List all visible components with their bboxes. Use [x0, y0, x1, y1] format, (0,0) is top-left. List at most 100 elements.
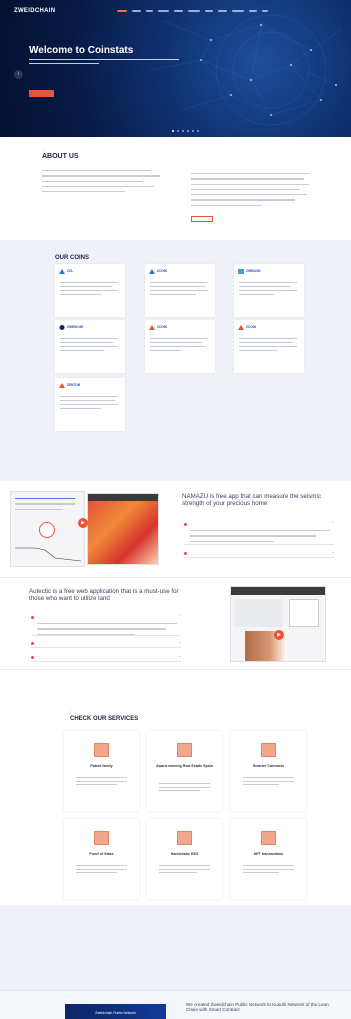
namazu-heatmap-screenshot — [87, 493, 159, 565]
coin-logo-icon — [149, 325, 155, 330]
service-icon — [261, 743, 276, 757]
coin-name: ZCOIN — [157, 325, 167, 329]
slider-dot[interactable] — [177, 130, 179, 132]
slider-dot[interactable] — [192, 130, 194, 132]
coin-name: ZWEIUSD — [246, 269, 261, 273]
namazu-title: NAMAZU is free app that can measure the … — [182, 493, 321, 507]
page: ZWEIDCHAIN ‹ Welcome to Coinstats — ABOU… — [0, 0, 351, 1019]
nav-item[interactable] — [232, 10, 244, 12]
coin-logo-icon — [238, 269, 244, 274]
accordion-item[interactable]: ⌄ — [31, 654, 181, 662]
play-video-icon[interactable]: ▶ — [274, 630, 284, 640]
service-card[interactable]: Smarter Contracts — [231, 731, 306, 811]
coin-card[interactable]: ZCOIN — [234, 320, 304, 373]
bullet-icon — [31, 642, 34, 645]
coin-name: ZCOIN — [246, 325, 256, 329]
chevron-down-icon: ⌄ — [178, 640, 181, 644]
about-text-left — [42, 170, 160, 196]
main-nav — [117, 10, 268, 12]
play-video-icon[interactable]: ▶ — [78, 518, 88, 528]
autectic-app-screenshot — [230, 586, 326, 662]
service-icon — [94, 831, 109, 845]
hero-title: Welcome to Coinstats — [29, 45, 134, 56]
nav-item[interactable] — [205, 10, 213, 12]
slider-dot[interactable] — [197, 130, 199, 132]
nav-item[interactable] — [158, 10, 169, 12]
coin-name: ZCOIN — [157, 269, 167, 273]
site-logo[interactable]: ZWEIDCHAIN — [14, 8, 55, 14]
slider-dot[interactable] — [187, 130, 189, 132]
news-section: — Zweidchain Public Network We created Z… — [0, 990, 351, 1019]
bullet-icon — [184, 552, 187, 555]
nav-item[interactable] — [146, 10, 153, 12]
chevron-down-icon: ⌄ — [178, 654, 181, 658]
service-card[interactable]: Award-winning Real Estate Spain — [147, 731, 222, 811]
nav-item[interactable] — [262, 10, 268, 12]
service-name: Patent family — [90, 764, 113, 768]
autectic-title: Autectic is a free web application that … — [29, 588, 179, 602]
nav-item[interactable] — [218, 10, 227, 12]
service-name: NFT transactions — [253, 852, 284, 856]
coins-section: — OUR COINS ZCL ZCOIN ZWEIUSD ZWEIKOIN Z… — [0, 240, 351, 468]
about-heading: ABOUT US — [42, 153, 79, 160]
section-kicker: — — [65, 995, 68, 998]
coin-card[interactable]: ZCOIN — [145, 264, 215, 317]
section-kicker: — — [55, 248, 58, 251]
accordion-item[interactable]: ⌃ — [184, 521, 334, 545]
service-card[interactable]: NFT transactions — [231, 819, 306, 899]
autectic-feature-section: Autectic is a free web application that … — [0, 577, 351, 669]
service-name: Smarter Contracts — [252, 764, 285, 768]
network-globe-graphic — [150, 14, 342, 126]
nav-item[interactable] — [174, 10, 183, 12]
services-section: — CHECK OUR SERVICES Patent family Award… — [0, 669, 351, 905]
news-thumbnail[interactable]: Zweidchain Public Network — [65, 1004, 166, 1019]
coin-logo-icon — [238, 325, 244, 330]
nav-item[interactable] — [249, 10, 257, 12]
bullet-icon — [184, 523, 187, 526]
coins-heading: OUR COINS — [55, 255, 90, 261]
accordion-item[interactable]: ⌄ — [184, 550, 334, 558]
nav-item[interactable] — [188, 10, 200, 12]
chevron-up-icon: ⌃ — [331, 521, 334, 525]
accordion-item[interactable]: ⌃ — [31, 614, 181, 636]
about-section: — ABOUT US — [0, 137, 351, 240]
namazu-app-screenshot — [10, 491, 85, 567]
coin-card[interactable]: ZWEIUSD — [234, 264, 304, 317]
nav-item[interactable] — [132, 10, 141, 12]
service-icon — [177, 831, 192, 845]
coin-logo-icon — [59, 269, 65, 274]
bullet-icon — [31, 616, 34, 619]
about-read-more-button[interactable] — [191, 216, 213, 222]
service-card[interactable]: Handshake DEX — [147, 819, 222, 899]
section-kicker: — — [42, 149, 45, 152]
slider-dot[interactable] — [172, 130, 174, 132]
nav-item[interactable] — [117, 10, 127, 12]
hero-cta-button[interactable] — [29, 90, 54, 97]
hero-banner: ZWEIDCHAIN ‹ Welcome to Coinstats — [0, 0, 351, 137]
slider-prev-arrow-icon[interactable]: ‹ — [14, 70, 23, 79]
coin-logo-icon — [149, 269, 155, 274]
service-card[interactable]: Patent family — [64, 731, 139, 811]
coin-name: ZENTOB — [67, 383, 81, 387]
accordion-item[interactable]: ⌄ — [31, 640, 181, 648]
bullet-icon — [31, 656, 34, 659]
coin-logo-icon — [59, 383, 65, 388]
service-name: Award-winning Real Estate Spain — [156, 764, 213, 768]
news-title[interactable]: We created Zweidchain Public Network to … — [186, 1002, 341, 1013]
service-name: Proof of Stake — [89, 852, 114, 856]
coin-card[interactable]: ZCOIN — [145, 320, 215, 373]
service-card[interactable]: Proof of Stake — [64, 819, 139, 899]
namazu-feature-section: ▶ NAMAZU is free app that can measure th… — [0, 481, 351, 577]
coin-name: ZCL — [67, 269, 74, 273]
service-icon — [261, 831, 276, 845]
service-name: Handshake DEX — [170, 852, 199, 856]
coin-card[interactable]: ZENTOB — [55, 378, 125, 431]
coin-card[interactable]: ZCL — [55, 264, 125, 317]
chevron-up-icon: ⌃ — [178, 614, 181, 618]
section-kicker: — — [70, 709, 73, 712]
coin-card[interactable]: ZWEIKOIN — [55, 320, 125, 373]
chevron-down-icon: ⌄ — [331, 550, 334, 554]
slider-dots — [172, 130, 199, 132]
services-heading: CHECK OUR SERVICES — [70, 716, 139, 722]
slider-dot[interactable] — [182, 130, 184, 132]
